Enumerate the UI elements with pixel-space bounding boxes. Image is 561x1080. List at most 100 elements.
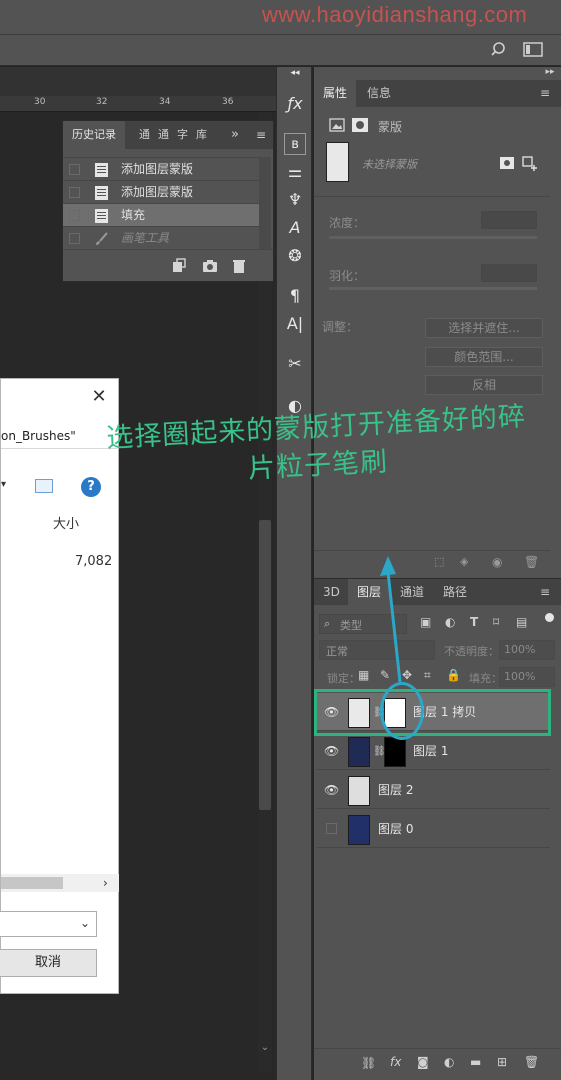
add-vector-mask-icon[interactable]: [522, 156, 538, 172]
feather-slider[interactable]: [329, 287, 537, 290]
select-pixel-mask-icon[interactable]: [499, 156, 515, 170]
density-field[interactable]: [481, 211, 537, 229]
tab-character[interactable]: 字: [177, 121, 188, 149]
blend-mode-select[interactable]: 正常: [319, 640, 435, 660]
apply-mask-icon[interactable]: ◈: [460, 555, 468, 568]
snapshot-source-checkbox[interactable]: [69, 233, 80, 244]
libraries-icon[interactable]: ❂: [284, 245, 306, 267]
workspace-icon[interactable]: [522, 40, 544, 60]
layer-name: 图层 1: [413, 744, 449, 758]
vector-mask-icon[interactable]: [351, 117, 369, 133]
adjustment-layer-icon[interactable]: ◐: [444, 1055, 454, 1069]
character-styles-icon[interactable]: A|: [284, 313, 306, 335]
add-mask-icon[interactable]: ◙: [417, 1055, 429, 1069]
filter-toggle-icon[interactable]: [545, 613, 554, 622]
close-icon[interactable]: ✕: [91, 388, 107, 406]
scroll-down-arrow-icon[interactable]: ⌄: [259, 1042, 271, 1056]
collapse-right-dock-icon[interactable]: ▸▸: [540, 67, 560, 79]
trash-icon[interactable]: 🗑: [524, 1055, 539, 1069]
filter-adjustment-icon[interactable]: ◐: [445, 615, 455, 629]
history-step[interactable]: 添加图层蒙版: [63, 180, 259, 203]
collapse-dock-icon[interactable]: ◂◂: [284, 67, 306, 79]
new-document-from-state-icon[interactable]: [171, 258, 187, 274]
fill-field[interactable]: 100%: [499, 667, 555, 687]
group-icon[interactable]: ▬: [470, 1055, 481, 1069]
tab-properties[interactable]: 属性: [314, 80, 357, 107]
layer-row[interactable]: 👁 图层 2: [316, 771, 550, 809]
feather-field[interactable]: [481, 264, 537, 282]
tab-channels[interactable]: 通道: [391, 579, 433, 606]
layer-mask-thumbnail[interactable]: [384, 737, 406, 767]
lock-label: 锁定：: [327, 672, 360, 685]
camera-icon[interactable]: [202, 258, 218, 274]
panel-menu-icon[interactable]: ≡: [256, 121, 266, 149]
history-step-selected[interactable]: 填充: [63, 203, 259, 226]
filter-pixel-icon[interactable]: ▣: [420, 615, 431, 629]
layer-thumbnail[interactable]: [348, 776, 370, 806]
panel-menu-icon[interactable]: ≡: [540, 80, 550, 107]
snapshot-source-checkbox[interactable]: [69, 164, 80, 175]
fx-icon[interactable]: fx: [390, 1055, 401, 1069]
history-step[interactable]: 添加图层蒙版: [63, 157, 259, 180]
new-layer-icon[interactable]: ⊞: [497, 1055, 507, 1069]
layer-thumbnail[interactable]: [348, 815, 370, 845]
tab-channels-2[interactable]: 通: [158, 121, 169, 149]
tab-channels[interactable]: 通: [139, 121, 150, 149]
expand-panels-icon[interactable]: »: [231, 121, 239, 149]
layer-thumbnail[interactable]: [348, 737, 370, 767]
snapshot-source-checkbox[interactable]: [69, 187, 80, 198]
tab-info[interactable]: 信息: [358, 80, 400, 107]
panel-menu-icon[interactable]: ≡: [540, 579, 550, 606]
color-range-button[interactable]: 颜色范围...: [425, 347, 543, 367]
load-selection-icon[interactable]: ⬚: [434, 555, 444, 568]
size-column-header[interactable]: 大小: [53, 513, 79, 532]
file-type-select[interactable]: ⌄: [0, 911, 97, 937]
paragraph-icon[interactable]: ¶: [284, 285, 306, 307]
delete-mask-icon[interactable]: 🗑: [524, 555, 539, 569]
search-icon[interactable]: [490, 40, 510, 60]
lock-transparent-icon[interactable]: ▦: [358, 668, 369, 682]
select-and-mask-button[interactable]: 选择并遮住...: [425, 318, 543, 338]
lock-position-icon[interactable]: ✥: [402, 668, 412, 682]
brush-presets-icon[interactable]: ♆: [284, 189, 306, 211]
tool-presets-icon[interactable]: ✂: [284, 353, 306, 375]
history-scrollbar[interactable]: [259, 157, 271, 249]
character-icon[interactable]: A: [284, 217, 306, 239]
filter-type-icon[interactable]: T: [470, 615, 478, 629]
tab-history[interactable]: 历史记录: [63, 121, 125, 149]
history-step[interactable]: 画笔工具: [63, 226, 259, 249]
chevron-down-icon[interactable]: ▾: [1, 479, 6, 490]
lock-artboard-icon[interactable]: ⌗: [424, 668, 431, 683]
trash-icon[interactable]: [231, 258, 247, 274]
lock-all-icon[interactable]: 🔒: [446, 668, 461, 682]
fx-icon[interactable]: ƒx: [284, 93, 306, 115]
scrollbar-thumb[interactable]: [259, 520, 271, 810]
link-layers-icon[interactable]: ⛓: [361, 1056, 376, 1070]
pixel-mask-icon[interactable]: [329, 117, 345, 133]
visibility-toggle[interactable]: [326, 823, 337, 834]
scrollbar-thumb[interactable]: [1, 877, 63, 889]
eye-icon[interactable]: 👁: [324, 783, 339, 797]
filter-smart-object-icon[interactable]: ▤: [516, 615, 527, 629]
filter-shape-icon[interactable]: ⌑: [493, 615, 499, 629]
preview-pane-icon[interactable]: [35, 479, 53, 493]
tab-layers[interactable]: 图层: [348, 579, 391, 606]
disable-mask-icon[interactable]: ◉: [492, 555, 502, 569]
eye-icon[interactable]: 👁: [324, 744, 339, 758]
tab-libraries[interactable]: 库: [196, 121, 207, 149]
density-slider[interactable]: [329, 236, 537, 239]
actions-icon[interactable]: ʙ: [284, 133, 306, 155]
cancel-button[interactable]: 取消: [0, 949, 97, 977]
layer-row[interactable]: 👁 ⛓ 图层 1: [316, 732, 550, 770]
snapshot-source-checkbox[interactable]: [69, 210, 80, 221]
mask-thumbnail[interactable]: [326, 142, 349, 182]
opacity-field[interactable]: 100%: [499, 640, 555, 660]
tab-3d[interactable]: 3D: [314, 579, 349, 606]
layer-row[interactable]: 图层 0: [316, 810, 550, 848]
adjustments-icon[interactable]: ⚌: [284, 161, 306, 183]
lock-image-icon[interactable]: ✎: [380, 668, 390, 682]
layer-filter-select[interactable]: ⌕ 类型: [319, 614, 407, 634]
chevron-right-icon[interactable]: ›: [103, 876, 108, 890]
invert-button[interactable]: 反相: [425, 375, 543, 395]
tab-paths[interactable]: 路径: [434, 579, 476, 606]
